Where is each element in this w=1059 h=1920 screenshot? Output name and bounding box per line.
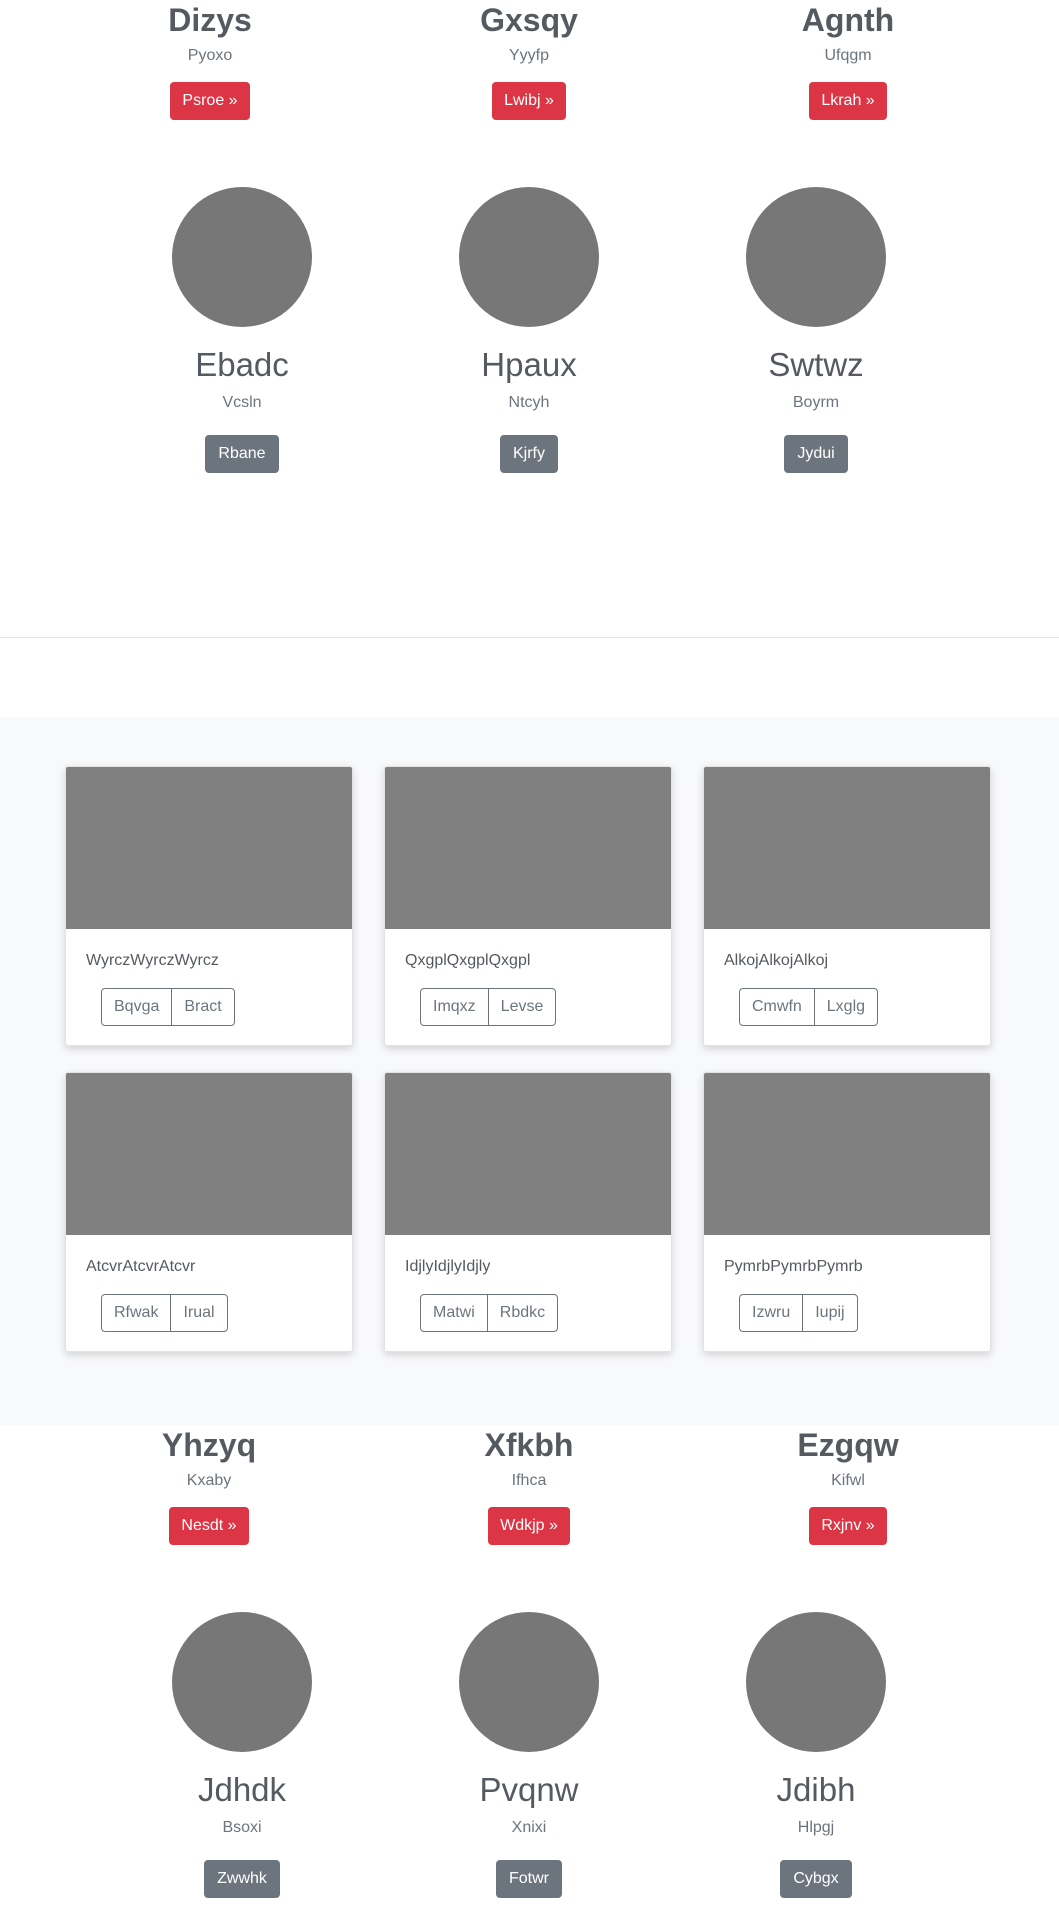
feature-subtitle: Pyoxo xyxy=(187,47,233,64)
top-feature-row: Dizys Pyoxo Psroe » Gxsqy Yyyfp Lwibj » … xyxy=(0,0,1059,120)
album-section: WyrczWyrczWyrcz Bqvga Bract QxgplQxgplQx… xyxy=(0,717,1059,1425)
card-button-group: Matwi Rbdkc xyxy=(420,1294,559,1332)
card-image-placeholder xyxy=(704,1073,990,1235)
profile-button[interactable]: Fotwr xyxy=(496,1860,562,1898)
card-edit-button[interactable]: Rbdkc xyxy=(486,1295,557,1331)
top-profile-row: Ebadc Vcsln Rbane Hpaux Ntcyh Kjrfy Swtw… xyxy=(0,187,1059,487)
profile-column: Swtwz Boyrm Jydui xyxy=(696,187,936,473)
profile-name: Pvqnw xyxy=(479,1771,579,1808)
profile-column: Hpaux Ntcyh Kjrfy xyxy=(409,187,649,473)
card-image-placeholder xyxy=(66,767,352,929)
card-text: QxgplQxgplQxgpl xyxy=(405,952,531,969)
card-view-button[interactable]: Izwru xyxy=(740,1295,802,1331)
profile-subtitle: Xnixi xyxy=(511,1819,547,1836)
feature-title: Dizys xyxy=(168,2,252,38)
card-view-button[interactable]: Matwi xyxy=(421,1295,487,1331)
feature-title: Yhzyq xyxy=(161,1427,257,1463)
avatar xyxy=(746,187,886,327)
feature-subtitle: Kifwl xyxy=(831,1472,865,1489)
feature-button[interactable]: Wdkjp » xyxy=(488,1507,570,1545)
profile-button[interactable]: Jydui xyxy=(784,435,848,473)
card: WyrczWyrczWyrcz Bqvga Bract xyxy=(65,766,353,1046)
profile-name: Hpaux xyxy=(481,346,577,383)
profile-subtitle: Ntcyh xyxy=(508,394,550,411)
profile-name: Jdibh xyxy=(776,1771,856,1808)
profile-button[interactable]: Cybgx xyxy=(780,1860,852,1898)
card-view-button[interactable]: Rfwak xyxy=(102,1295,170,1331)
profile-name: Swtwz xyxy=(768,346,864,383)
profile-column: Jdibh Hlpgj Cybgx xyxy=(696,1612,936,1898)
profile-button[interactable]: Kjrfy xyxy=(500,435,558,473)
section-divider xyxy=(0,637,1059,638)
card-text: IdjlyIdjlyIdjly xyxy=(405,1258,491,1275)
card: IdjlyIdjlyIdjly Matwi Rbdkc xyxy=(384,1072,672,1352)
bottom-feature-row: Yhzyq Kxaby Nesdt » Xfkbh Ifhca Wdkjp » … xyxy=(0,1425,1059,1545)
feature-column: Ezgqw Kifwl Rxjnv » xyxy=(728,1425,968,1545)
card-button-group: Bqvga Bract xyxy=(101,988,235,1026)
feature-subtitle: Ifhca xyxy=(511,1472,547,1489)
card-button-group: Izwru Iupij xyxy=(739,1294,858,1332)
feature-button[interactable]: Lkrah » xyxy=(809,82,887,120)
feature-column: Dizys Pyoxo Psroe » xyxy=(90,0,330,120)
feature-column: Gxsqy Yyyfp Lwibj » xyxy=(409,0,649,120)
feature-button[interactable]: Psroe » xyxy=(170,82,250,120)
feature-title: Gxsqy xyxy=(480,2,578,38)
feature-button[interactable]: Lwibj » xyxy=(492,82,566,120)
card: AlkojAlkojAlkoj Cmwfn Lxglg xyxy=(703,766,991,1046)
feature-title: Agnth xyxy=(801,2,895,38)
card-edit-button[interactable]: Bract xyxy=(171,989,233,1025)
feature-subtitle: Ufqgm xyxy=(824,47,872,64)
card-edit-button[interactable]: Iupij xyxy=(802,1295,856,1331)
card-button-group: Rfwak Irual xyxy=(101,1294,228,1332)
feature-column: Xfkbh Ifhca Wdkjp » xyxy=(409,1425,649,1545)
card-text: WyrczWyrczWyrcz xyxy=(86,952,219,969)
feature-button[interactable]: Rxjnv » xyxy=(809,1507,887,1545)
card-image-placeholder xyxy=(704,767,990,929)
profile-name: Jdhdk xyxy=(197,1771,287,1808)
profile-name: Ebadc xyxy=(195,346,289,383)
feature-title: Ezgqw xyxy=(797,1427,899,1463)
avatar xyxy=(746,1612,886,1752)
card: PymrbPymrbPymrb Izwru Iupij xyxy=(703,1072,991,1352)
card-text: PymrbPymrbPymrb xyxy=(724,1258,863,1275)
feature-subtitle: Yyyfp xyxy=(508,47,549,64)
profile-button[interactable]: Zwwhk xyxy=(204,1860,280,1898)
profile-column: Ebadc Vcsln Rbane xyxy=(122,187,362,473)
card-edit-button[interactable]: Irual xyxy=(170,1295,226,1331)
profile-subtitle: Vcsln xyxy=(222,394,262,411)
card: QxgplQxgplQxgpl Imqxz Levse xyxy=(384,766,672,1046)
card-view-button[interactable]: Cmwfn xyxy=(740,989,814,1025)
profile-column: Jdhdk Bsoxi Zwwhk xyxy=(122,1612,362,1898)
card-image-placeholder xyxy=(385,767,671,929)
card-image-placeholder xyxy=(66,1073,352,1235)
card-text: AtcvrAtcvrAtcvr xyxy=(86,1258,196,1275)
feature-column: Yhzyq Kxaby Nesdt » xyxy=(89,1425,329,1545)
bottom-profile-row: Jdhdk Bsoxi Zwwhk Pvqnw Xnixi Fotwr Jdib… xyxy=(0,1612,1059,1912)
feature-column: Agnth Ufqgm Lkrah » xyxy=(728,0,968,120)
card-button-group: Imqxz Levse xyxy=(420,988,557,1026)
card-view-button[interactable]: Bqvga xyxy=(102,989,171,1025)
profile-column: Pvqnw Xnixi Fotwr xyxy=(409,1612,649,1898)
profile-subtitle: Bsoxi xyxy=(222,1819,262,1836)
card: AtcvrAtcvrAtcvr Rfwak Irual xyxy=(65,1072,353,1352)
avatar xyxy=(459,1612,599,1752)
profile-subtitle: Boyrm xyxy=(792,394,840,411)
card-button-group: Cmwfn Lxglg xyxy=(739,988,879,1026)
avatar xyxy=(459,187,599,327)
profile-subtitle: Hlpgj xyxy=(797,1819,835,1836)
feature-title: Xfkbh xyxy=(484,1427,574,1463)
avatar xyxy=(172,1612,312,1752)
feature-subtitle: Kxaby xyxy=(186,1472,232,1489)
card-view-button[interactable]: Imqxz xyxy=(421,989,488,1025)
card-edit-button[interactable]: Levse xyxy=(487,989,556,1025)
avatar xyxy=(172,187,312,327)
profile-button[interactable]: Rbane xyxy=(205,435,279,473)
card-text: AlkojAlkojAlkoj xyxy=(724,952,829,969)
feature-button[interactable]: Nesdt » xyxy=(169,1507,249,1545)
card-edit-button[interactable]: Lxglg xyxy=(813,989,877,1025)
card-image-placeholder xyxy=(385,1073,671,1235)
